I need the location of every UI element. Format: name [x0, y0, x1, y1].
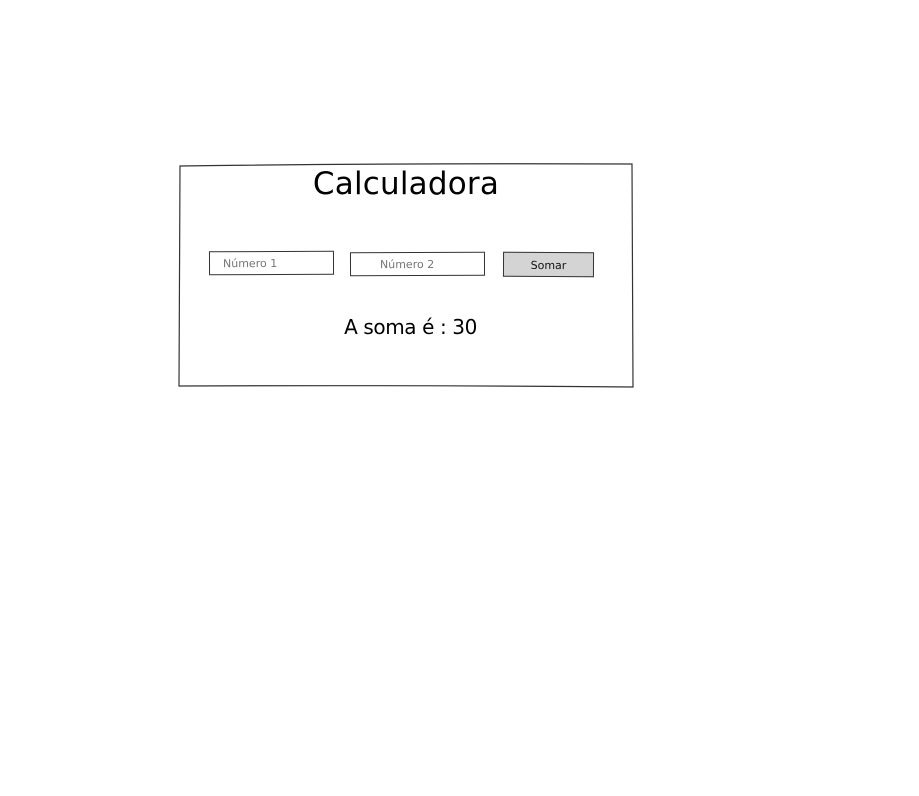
sum-result-text: A soma é : 30 [344, 315, 477, 339]
calculator-panel-border [178, 163, 634, 388]
sum-button[interactable]: Somar [502, 251, 595, 278]
calculator-title: Calculadora [312, 166, 500, 202]
calculator-panel: Calculadora Somar A soma é : 30 [179, 164, 633, 387]
number-1-input[interactable] [208, 250, 335, 276]
number-2-input[interactable] [349, 251, 486, 277]
